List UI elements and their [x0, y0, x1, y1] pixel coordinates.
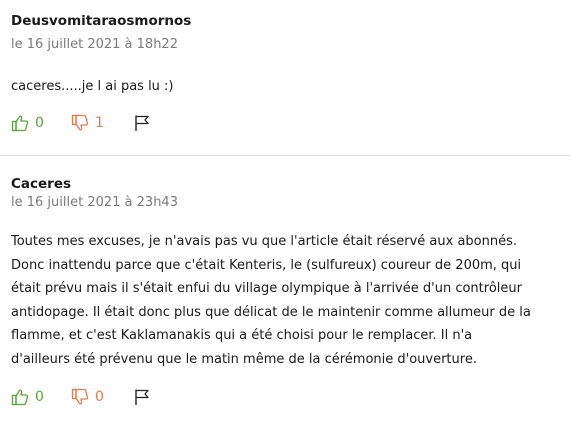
dislike-count: 0	[95, 389, 104, 405]
thumbs-down-icon	[71, 388, 89, 406]
comment-line: caceres.....je l ai pas lu :)	[11, 79, 174, 94]
comment-line: Toutes mes excuses, je n'avais pas vu qu…	[11, 234, 518, 249]
flag-icon	[133, 389, 151, 410]
comment-divider	[0, 155, 570, 156]
thumbs-up-icon	[11, 388, 29, 406]
comment-line: antidopage. Il était donc plus que délic…	[11, 304, 531, 320]
comment-actions: 0 0	[11, 388, 211, 408]
comment-date: le 16 juillet 2021 à 18h22	[11, 37, 178, 52]
comment-author[interactable]: Caceres	[11, 176, 71, 192]
comment-author[interactable]: Deusvomitaraosmornos	[11, 13, 191, 29]
comment-line: était prévu mais il s'était enfui du vil…	[11, 281, 522, 296]
dislike-button[interactable]: 0	[71, 388, 104, 406]
comment-body: Toutes mes excuses, je n'avais pas vu qu…	[11, 230, 563, 371]
comment-line: d'ailleurs été prévenu que le matin même…	[11, 351, 477, 367]
dislike-count: 1	[95, 115, 104, 131]
like-count: 0	[35, 115, 44, 131]
comment-line: Donc inattendu parce que c'était Kenteri…	[11, 257, 522, 273]
thumbs-down-icon	[71, 114, 89, 132]
comment-line: flamme, et c'est Kaklamanakis qui a été …	[11, 328, 473, 343]
comment-thread: Deusvomitaraosmornos le 16 juillet 2021 …	[0, 0, 570, 424]
report-button[interactable]	[133, 388, 151, 410]
comment-actions: 0 1	[11, 114, 211, 134]
report-button[interactable]	[133, 114, 151, 136]
like-button[interactable]: 0	[11, 388, 44, 406]
like-button[interactable]: 0	[11, 114, 44, 132]
comment-date: le 16 juillet 2021 à 23h43	[11, 195, 178, 210]
like-count: 0	[35, 389, 44, 405]
flag-icon	[133, 115, 151, 136]
thumbs-up-icon	[11, 114, 29, 132]
dislike-button[interactable]: 1	[71, 114, 104, 132]
comment-body: caceres.....je l ai pas lu :)	[11, 75, 563, 99]
